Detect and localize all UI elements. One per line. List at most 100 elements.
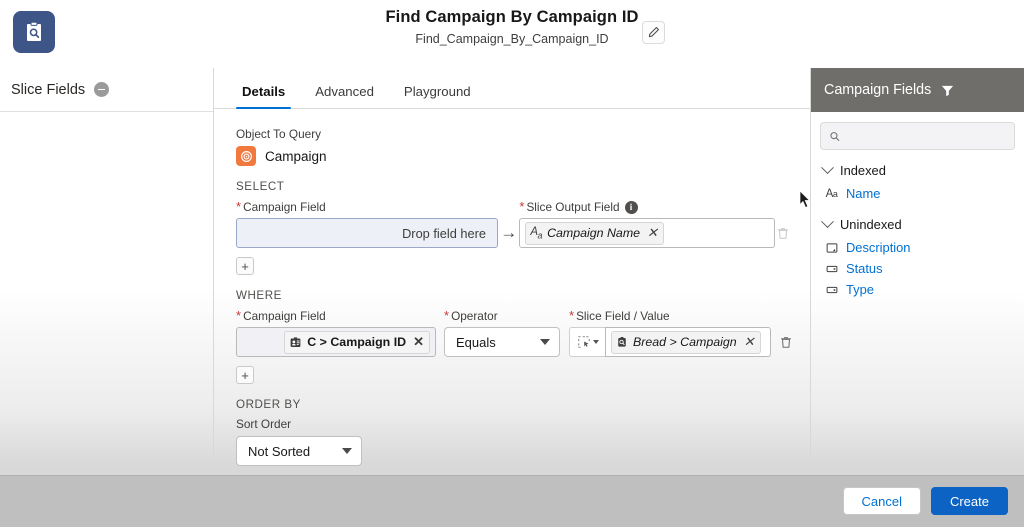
trash-icon xyxy=(777,228,788,239)
object-to-query-value: Campaign xyxy=(265,148,327,164)
app-header: Find Campaign By Campaign ID Find_Campai… xyxy=(0,0,1024,68)
value-type-picker[interactable] xyxy=(569,327,605,357)
field-label: Status xyxy=(846,261,883,276)
minus-circle-icon[interactable] xyxy=(94,82,110,97)
select-arrow-icon: → xyxy=(500,223,518,242)
id-badge-icon xyxy=(290,336,301,347)
funnel-icon[interactable] xyxy=(940,83,955,98)
field-search-box[interactable] xyxy=(820,122,1015,150)
textarea-field-icon xyxy=(824,242,839,254)
footer-actions: Cancel Create xyxy=(842,487,1008,515)
field-item-type[interactable]: Type xyxy=(811,279,1024,300)
slice-value-box[interactable]: Bread > Campaign ✕ xyxy=(605,327,771,357)
query-builder-form: Object To Query Campaign SELECT Campaign… xyxy=(214,109,810,466)
field-search-input[interactable] xyxy=(847,129,1006,143)
slice-value-label: Slice Field / Value xyxy=(569,308,670,324)
chip-remove-icon[interactable]: ✕ xyxy=(413,334,424,350)
group-indexed[interactable]: Indexed xyxy=(811,156,1024,183)
object-to-query-label: Object To Query xyxy=(236,127,322,141)
sort-order-label: Sort Order xyxy=(236,417,292,431)
slice-output-field-box[interactable]: Aa Campaign Name ✕ xyxy=(519,218,776,248)
chevron-down-icon xyxy=(592,340,599,344)
center-panel: Details Advanced Playground Object To Qu… xyxy=(214,68,811,475)
page-title: Find Campaign By Campaign ID xyxy=(385,8,639,26)
select-field-label: Campaign Field xyxy=(236,199,326,215)
slice-value-group: Bread > Campaign ✕ xyxy=(569,327,771,357)
where-field-col: Campaign Field C > Campaign ID xyxy=(236,308,436,357)
field-label: Name xyxy=(846,186,881,201)
field-item-name[interactable]: Aa Name xyxy=(811,183,1024,204)
sort-order-select[interactable]: Not Sorted xyxy=(236,436,362,466)
right-sidebar: Campaign Fields Indexed Aa Name Unindexe… xyxy=(811,68,1024,475)
campaign-target-icon xyxy=(236,146,256,166)
chip-bread-campaign[interactable]: Bread > Campaign ✕ xyxy=(611,330,761,354)
operator-col: Operator Equals xyxy=(444,308,560,357)
tab-details[interactable]: Details xyxy=(230,84,297,109)
trash-icon xyxy=(780,337,792,348)
slice-output-field-label: Slice Output Field xyxy=(519,199,619,215)
select-field-col: Campaign Field Drop field here xyxy=(236,199,498,248)
select-section-header: SELECT xyxy=(236,180,285,193)
operator-value: Equals xyxy=(456,334,496,350)
sort-order-value: Not Sorted xyxy=(248,443,311,459)
slice-fields-header: Slice Fields xyxy=(0,68,213,112)
group-label: Unindexed xyxy=(840,217,902,232)
field-label: Type xyxy=(846,282,874,297)
where-field-label: Campaign Field xyxy=(236,308,326,324)
field-search-wrap xyxy=(811,112,1024,156)
chevron-down-icon xyxy=(342,448,352,454)
select-delete-row-button[interactable] xyxy=(775,218,790,248)
where-row: Campaign Field C > Campaign ID xyxy=(236,308,793,357)
left-sidebar: Slice Fields xyxy=(0,68,214,475)
chevron-down-icon xyxy=(540,339,550,345)
chip-remove-icon[interactable]: ✕ xyxy=(647,225,658,241)
tab-advanced[interactable]: Advanced xyxy=(303,84,386,108)
where-delete-row-button[interactable] xyxy=(779,327,793,357)
select-row: Campaign Field Drop field here → Slice O… xyxy=(236,199,790,248)
chevron-down-icon xyxy=(821,161,834,175)
picklist-field-icon xyxy=(824,284,839,296)
chevron-down-icon xyxy=(821,215,834,229)
field-item-status[interactable]: Status xyxy=(811,258,1024,279)
create-button[interactable]: Create xyxy=(930,487,1008,515)
cancel-button[interactable]: Cancel xyxy=(842,487,921,515)
group-label: Indexed xyxy=(840,163,886,178)
chip-label: Bread > Campaign xyxy=(633,335,737,349)
picklist-field-icon xyxy=(824,263,839,275)
title-block: Find Campaign By Campaign ID Find_Campai… xyxy=(0,6,1024,49)
pencil-icon xyxy=(648,27,659,38)
group-unindexed[interactable]: Unindexed xyxy=(811,210,1024,237)
where-section-header: WHERE xyxy=(236,289,282,302)
slice-output-col: Slice Output Field i Aa Campaign Name ✕ xyxy=(519,199,776,248)
field-label: Description xyxy=(846,240,911,255)
edit-title-button[interactable] xyxy=(642,21,665,44)
chip-label: C > Campaign ID xyxy=(307,335,407,349)
page-api-name: Find_Campaign_By_Campaign_ID xyxy=(415,32,609,46)
text-field-icon: Aa xyxy=(825,187,838,200)
tab-bar: Details Advanced Playground xyxy=(214,68,810,109)
select-field-dropzone[interactable]: Drop field here xyxy=(236,218,498,248)
footer-bar: Cancel Create xyxy=(0,475,1024,527)
text-field-icon: Aa xyxy=(530,225,543,241)
clipboard-search-icon xyxy=(618,337,626,347)
tab-playground[interactable]: Playground xyxy=(392,84,483,108)
where-field-box[interactable]: C > Campaign ID ✕ xyxy=(236,327,436,357)
chip-campaign-name[interactable]: Aa Campaign Name ✕ xyxy=(525,221,664,245)
order-by-section-header: ORDER BY xyxy=(236,398,301,411)
operator-label: Operator xyxy=(444,308,498,324)
select-add-row-button[interactable]: + xyxy=(236,257,254,275)
slice-fields-title: Slice Fields xyxy=(11,81,86,98)
drag-select-icon xyxy=(577,336,590,348)
field-item-description[interactable]: Description xyxy=(811,237,1024,258)
campaign-fields-title: Campaign Fields xyxy=(824,82,932,98)
search-icon xyxy=(830,131,840,141)
chip-campaign-id[interactable]: C > Campaign ID ✕ xyxy=(284,330,430,354)
chip-remove-icon[interactable]: ✕ xyxy=(744,334,755,350)
campaign-fields-header: Campaign Fields xyxy=(811,68,1024,112)
info-icon[interactable]: i xyxy=(624,200,638,214)
object-to-query-row[interactable]: Campaign xyxy=(236,146,790,166)
where-add-row-button[interactable]: + xyxy=(236,366,254,384)
chip-label: Campaign Name xyxy=(547,226,641,240)
slice-value-col: Slice Field / Value xyxy=(569,308,771,357)
operator-select[interactable]: Equals xyxy=(444,327,560,357)
